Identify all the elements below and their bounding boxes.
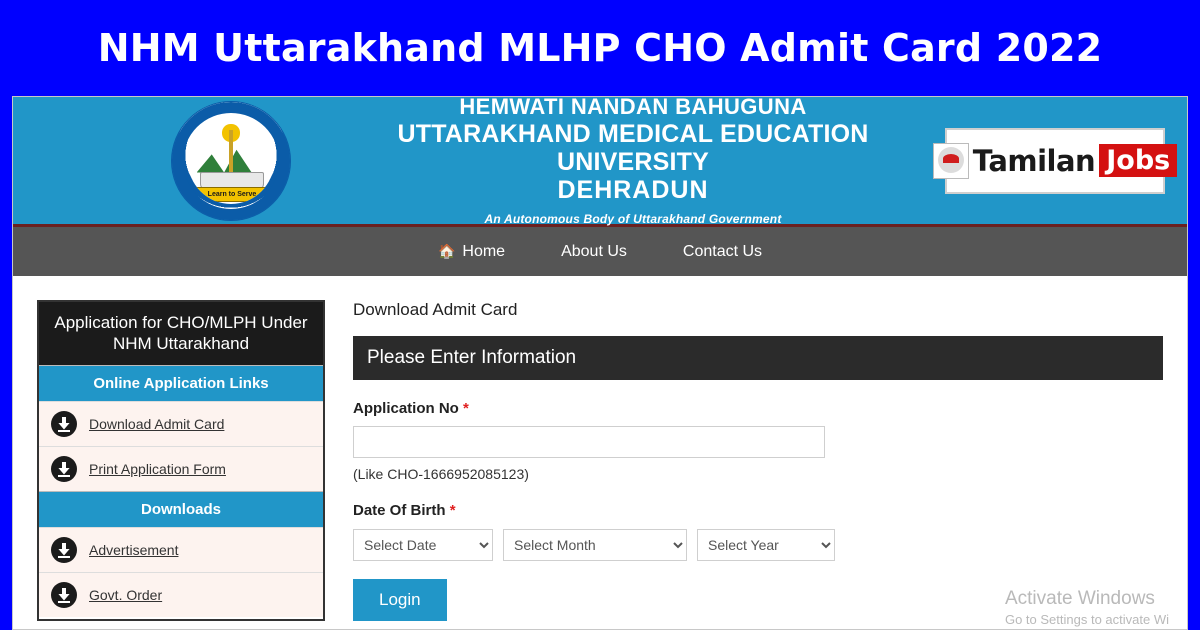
download-icon	[51, 410, 77, 437]
watermark-line2: Go to Settings to activate Wi	[1004, 612, 1169, 627]
page-title: Download Admit Card	[353, 300, 518, 319]
dob-label: Date Of Birth *	[353, 502, 1163, 519]
sidebar-item-advertisement-label: Advertisement	[89, 541, 179, 558]
nav-item-home[interactable]: 🏠 Home	[438, 243, 505, 261]
browser-page: Learn to Serve HEMWATI NANDAN BAHUGUNA U…	[12, 96, 1188, 630]
sidebar-item-print-application-form[interactable]: Print Application Form	[39, 445, 323, 491]
main-panel: Download Admit Card Please Enter Informa…	[325, 300, 1169, 627]
login-button[interactable]: Login	[353, 579, 447, 621]
home-icon: 🏠	[437, 243, 456, 259]
brand-name: Tamilan	[972, 143, 1096, 178]
application-no-label: Application No *	[353, 400, 1163, 417]
university-title-line1: HEMWATI NANDAN BAHUGUNA	[459, 96, 807, 119]
face-icon	[932, 142, 969, 179]
university-title-line2: UTTARAKHAND MEDICAL EDUCATION UNIVERSITY	[397, 119, 869, 176]
download-icon	[51, 536, 77, 563]
university-logo: Learn to Serve	[141, 101, 321, 220]
sidebar-item-download-admit-card[interactable]: Download Admit Card	[39, 400, 323, 446]
application-no-hint: (Like CHO-1666952085123)	[353, 466, 529, 482]
nav-item-contact[interactable]: Contact Us	[683, 243, 762, 261]
university-title: HEMWATI NANDAN BAHUGUNA UTTARAKHAND MEDI…	[321, 96, 945, 226]
download-icon	[51, 455, 77, 482]
page-banner: NHM Uttarakhand MLHP CHO Admit Card 2022	[0, 0, 1200, 96]
nav-item-about[interactable]: About Us	[561, 243, 627, 261]
sidebar-item-govt-order-label: Govt. Order	[89, 586, 163, 603]
sidebar-item-print-application-form-label: Print Application Form	[89, 460, 226, 477]
dob-year-select[interactable]: Select Year	[697, 529, 835, 561]
panel-header: Please Enter Information	[353, 336, 1163, 380]
download-icon	[51, 581, 77, 608]
sidebar-title: Application for CHO/MLPH Under NHM Uttar…	[39, 302, 323, 365]
site-header: Learn to Serve HEMWATI NANDAN BAHUGUNA U…	[13, 97, 1187, 227]
dob-label-text: Date Of Birth	[353, 502, 446, 519]
dob-month-select[interactable]: Select Month	[503, 529, 687, 561]
sidebar-item-govt-order[interactable]: Govt. Order	[39, 571, 323, 617]
main-nav: 🏠 Home About Us Contact Us	[13, 227, 1187, 276]
required-mark: *	[449, 502, 456, 519]
brand-highlight: Jobs	[1099, 144, 1178, 177]
dob-day-select[interactable]: Select Date	[353, 529, 493, 561]
watermark-line1: Activate Windows	[1004, 588, 1155, 609]
nav-item-contact-label: Contact Us	[682, 242, 763, 260]
sidebar-item-advertisement[interactable]: Advertisement	[39, 526, 323, 572]
sidebar: Application for CHO/MLPH Under NHM Uttar…	[37, 300, 325, 621]
dob-selects: Select Date Select Month Select Year	[353, 529, 1163, 561]
sidebar-item-download-admit-card-label: Download Admit Card	[89, 415, 225, 432]
nav-item-about-label: About Us	[561, 242, 627, 260]
nav-item-home-label: Home	[462, 242, 506, 260]
university-title-line3: DEHRADUN	[557, 175, 709, 204]
sidebar-section-online-links: Online Application Links	[39, 364, 323, 401]
page-content: Application for CHO/MLPH Under NHM Uttar…	[13, 276, 1187, 627]
tamilanjobs-logo: Tamilan Jobs	[932, 127, 1178, 194]
windows-activation-watermark: Activate Windows Go to Settings to activ…	[1005, 588, 1169, 627]
university-subtitle: An Autonomous Body of Uttarakhand Govern…	[484, 211, 782, 226]
banner-title: NHM Uttarakhand MLHP CHO Admit Card 2022	[97, 26, 1103, 70]
application-no-input[interactable]	[353, 426, 825, 458]
application-no-label-text: Application No	[353, 400, 459, 417]
required-mark: *	[463, 400, 469, 417]
sidebar-section-downloads: Downloads	[39, 490, 323, 527]
